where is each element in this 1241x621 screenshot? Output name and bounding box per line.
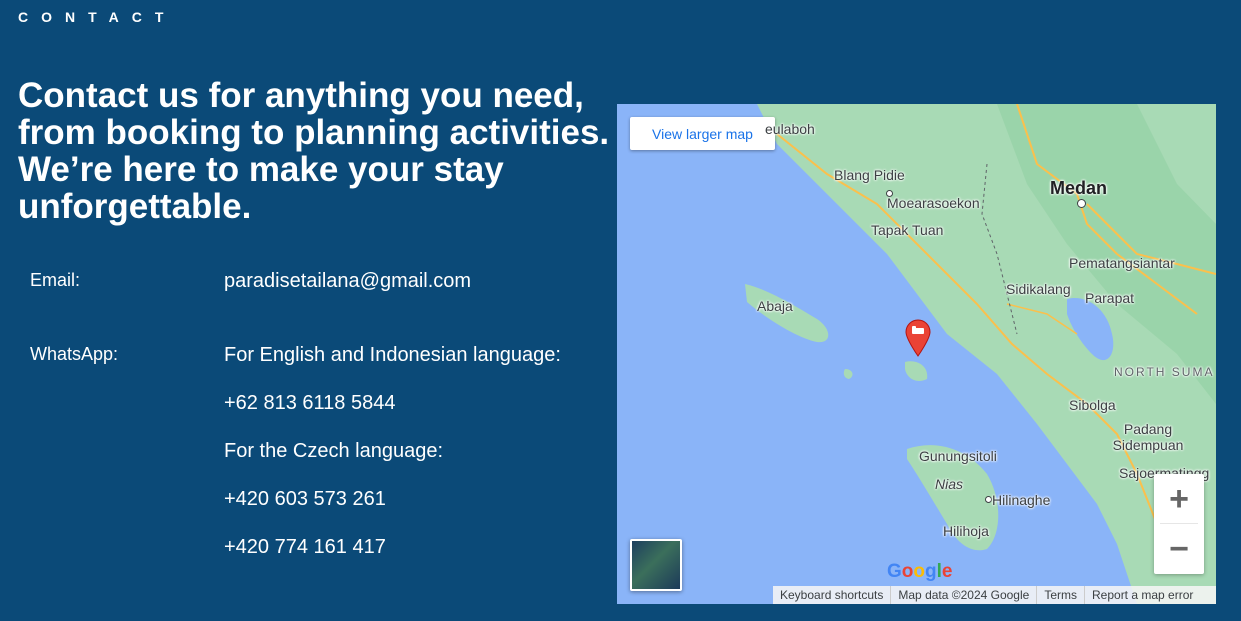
place-padang-sidempuan: Padang Sidempuan [1112,421,1184,453]
whatsapp-number-cz-1[interactable]: +420 603 573 261 [224,488,386,511]
whatsapp-number-id[interactable]: +62 813 6118 5844 [224,392,395,415]
zoom-divider [1160,523,1198,524]
whatsapp-czech-note: For the Czech language: [224,440,444,462]
email-value[interactable]: paradisetailana@gmail.com [224,270,471,293]
whatsapp-english-note: For English and Indonesian language: [224,344,561,366]
headline: Contact us for anything you need, from b… [18,76,610,226]
place-tapak-tuan: Tapak Tuan [871,222,944,238]
map-data-attribution: Map data ©2024 Google [891,586,1038,604]
view-larger-map-button[interactable]: View larger map [630,117,775,150]
report-error-link[interactable]: Report a map error [1085,586,1200,604]
place-nias: Nias [935,476,964,492]
location-pin-icon[interactable] [905,319,931,357]
whatsapp-label: WhatsApp: [30,344,119,364]
section-label: CONTACT [18,9,177,25]
embedded-map[interactable]: View larger map eulaboh Blang Pidie Moea… [617,104,1216,604]
place-north-sumatra: NORTH SUMA [1114,365,1215,379]
place-pematangsiantar: Pematangsiantar [1069,255,1175,271]
whatsapp-number-cz-2[interactable]: +420 774 161 417 [224,536,386,559]
zoom-controls: + − [1154,474,1204,574]
zoom-out-button[interactable]: − [1154,524,1204,574]
place-sibolga: Sibolga [1069,397,1116,413]
place-sidikalang: Sidikalang [1006,281,1071,297]
place-medan: Medan [1050,178,1108,198]
keyboard-shortcuts-link[interactable]: Keyboard shortcuts [773,586,892,604]
map-footer: Keyboard shortcuts Map data ©2024 Google… [773,586,1216,604]
zoom-in-button[interactable]: + [1154,474,1204,524]
place-moearasoekon: Moearasoekon [887,195,980,211]
place-gunungsitoli: Gunungsitoli [919,448,997,464]
email-label: Email: [30,270,81,290]
satellite-toggle-button[interactable] [630,539,682,591]
place-dot [985,496,992,503]
place-meulaboh: eulaboh [765,121,815,137]
google-logo: Google [887,561,953,582]
place-blang-pidie: Blang Pidie [834,167,905,183]
place-hilinaghe: Hilinaghe [992,492,1051,508]
terms-link[interactable]: Terms [1037,586,1085,604]
place-abaja: Abaja [757,298,793,314]
place-dot [1077,199,1086,208]
place-parapat: Parapat [1085,290,1135,306]
place-hilihoja: Hilihoja [943,523,989,539]
